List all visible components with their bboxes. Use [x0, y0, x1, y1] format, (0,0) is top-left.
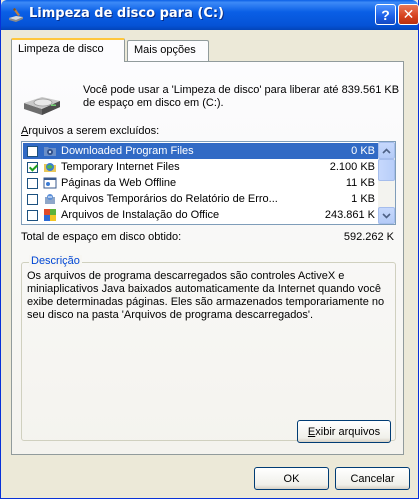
list-item[interactable]: Arquivos de Instalação do Office 243.861…: [23, 207, 379, 223]
folder-gear-icon: [44, 147, 56, 156]
row-name: Páginas da Web Offline: [61, 177, 177, 189]
chevron-down-icon: [382, 212, 391, 219]
files-to-delete-label: Arquivos a serem excluídos:: [21, 125, 159, 137]
office-icon: [44, 209, 56, 221]
row-name: Temporary Internet Files: [61, 161, 180, 173]
window-title: Limpeza de disco para (C:): [29, 6, 224, 21]
tab-label: Limpeza de disco: [18, 43, 104, 55]
row-name: Downloaded Program Files: [61, 145, 194, 157]
total-space-value: 592.262 K: [343, 231, 394, 243]
total-space-label: Total de espaço em disco obtido:: [21, 231, 182, 243]
row-name: Arquivos de Instalação do Office: [61, 209, 220, 221]
description-title: Descrição: [29, 255, 82, 267]
scroll-up-button[interactable]: [378, 142, 395, 159]
row-size: 0 KB: [351, 145, 375, 157]
view-files-accesskey: E: [307, 425, 316, 438]
files-label-rest: rquivos a serem excluídos:: [28, 125, 160, 137]
row-checkbox[interactable]: [27, 161, 38, 173]
help-button[interactable]: ?: [375, 4, 396, 25]
row-checkbox[interactable]: [27, 193, 38, 205]
disk-cleanup-dialog: Limpeza de disco para (C:) ? ✕ Limpeza d…: [0, 0, 419, 499]
row-checkbox[interactable]: [27, 209, 38, 221]
scroll-down-button[interactable]: [378, 207, 395, 224]
row-size: 11 KB: [345, 177, 375, 189]
title-bar[interactable]: Limpeza de disco para (C:) ? ✕: [1, 0, 419, 30]
view-files-label: xibir arquivos: [315, 425, 381, 438]
chevron-up-icon: [382, 147, 391, 154]
intro-text: Você pode usar a 'Limpeza de disco' para…: [83, 84, 400, 109]
row-name: Arquivos Temporários do Relatório de Err…: [61, 193, 278, 205]
tab-disk-cleanup[interactable]: Limpeza de disco: [11, 38, 125, 62]
tab-label: Mais opções: [134, 44, 196, 56]
cancel-button[interactable]: Cancelar: [335, 467, 410, 490]
description-text: Os arquivos de programa descarregados sã…: [27, 270, 385, 321]
globe-folder-icon: [44, 163, 56, 172]
list-item[interactable]: Downloaded Program Files 0 KB: [23, 143, 379, 159]
list-item[interactable]: Arquivos Temporários do Relatório de Err…: [23, 191, 379, 207]
files-listbox[interactable]: Downloaded Program Files 0 KB Temporary …: [21, 141, 396, 225]
list-item[interactable]: Temporary Internet Files 2.100 KB: [23, 159, 379, 175]
row-size: 1 KB: [351, 193, 375, 205]
row-size: 2.100 KB: [329, 161, 375, 173]
row-size: 243.861 K: [324, 209, 375, 221]
ok-button[interactable]: OK: [254, 467, 329, 490]
view-files-button[interactable]: Exibir arquivos: [297, 420, 391, 443]
web-page-icon: [43, 177, 57, 189]
scroll-thumb[interactable]: [378, 159, 395, 181]
tab-more-options[interactable]: Mais opções: [127, 40, 209, 61]
hard-disk-icon: [24, 97, 60, 115]
files-scrollbar[interactable]: [378, 142, 395, 224]
disk-cleanup-icon: [9, 8, 23, 22]
report-icon: [45, 194, 55, 204]
row-checkbox[interactable]: [27, 145, 38, 157]
close-button[interactable]: ✕: [398, 4, 419, 25]
list-item[interactable]: Páginas da Web Offline 11 KB: [23, 175, 379, 191]
row-checkbox[interactable]: [27, 177, 38, 189]
